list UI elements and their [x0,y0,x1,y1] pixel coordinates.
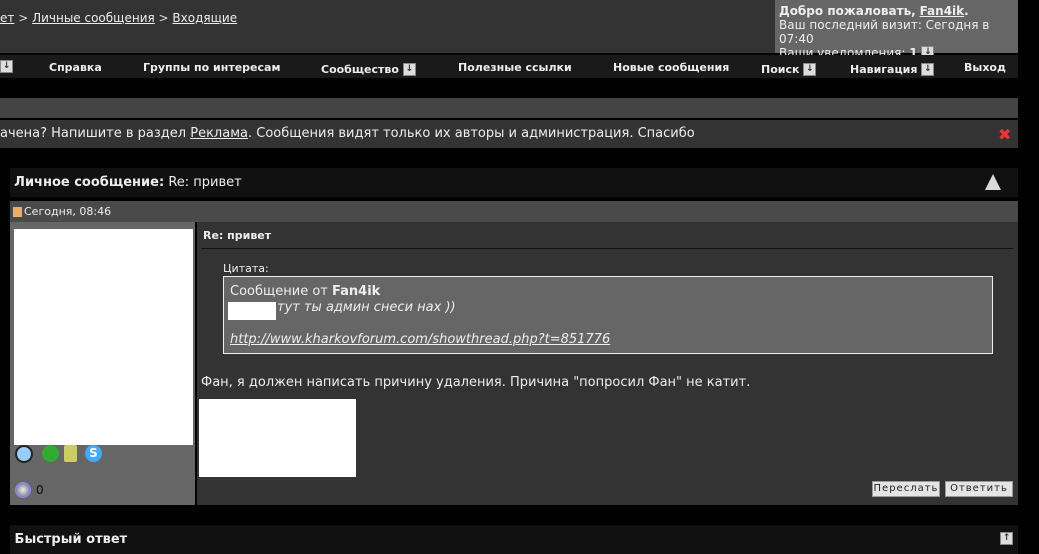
reply-button[interactable]: Ответить [945,481,1013,497]
skype-icon[interactable]: S [85,445,102,462]
quote-label: Цитата: [223,262,269,275]
notice-bar: ачена? Напишите в раздел Реклама. Сообще… [0,120,1018,148]
quick-reply-title: Быстрый ответ [14,532,128,547]
welcome-text: Добро пожаловать, [779,4,916,18]
message-title: Re: привет [168,175,242,190]
dropdown-arrow-icon: ↓ [402,63,416,76]
username-link[interactable]: Fan4ik [920,4,965,18]
message-title-bar: Личное сообщение: Re: привет [10,168,1018,197]
divider [201,248,1013,249]
report-warning-icon[interactable] [985,174,1001,190]
notice-text-end: . Сообщения видят только их авторы и адм… [247,126,695,141]
nav-community[interactable]: Сообщество ↓ [321,63,416,76]
message-text: Фан, я должен написать причину удаления.… [201,375,751,390]
dropdown-arrow-icon: ↓ [921,63,935,76]
message-subject: Re: привет [203,229,272,242]
avatar [14,229,193,445]
collapse-icon[interactable]: ↑ [1000,532,1013,545]
nav-navigation-label: Навигация [850,63,918,76]
signature-image [199,399,356,477]
notice-text: ачена? Напишите в раздел [0,126,191,141]
post-icon [13,207,22,217]
nav-new-posts[interactable]: Новые сообщения [613,61,729,74]
dropdown-arrow-icon: ↓ [803,63,817,76]
last-visit: Ваш последний визит: Сегодня в 07:40 [779,18,990,46]
title-label: Личное сообщение [14,175,159,190]
reputation-count: 0 [36,483,44,497]
quote-from: Сообщение от [230,284,328,299]
navbar: ↓ Справка Группы по интересам Сообщество… [0,55,1018,78]
icq-icon[interactable] [42,445,59,462]
breadcrumb-private-messages[interactable]: Личные сообщения [32,11,155,25]
nav-navigation[interactable]: Навигация ↓ [850,63,935,76]
nav-help[interactable]: Справка [49,61,102,74]
message-date: Сегодня, 08:46 [24,205,112,218]
breadcrumb-inbox[interactable]: Входящие [172,11,237,25]
quick-reply-bar: Быстрый ответ [10,525,1018,554]
reputation-icon [15,482,31,498]
user-box: Добро пожаловать, Fan4ik. Ваш последний … [775,0,1018,60]
sub-navbar [0,98,1018,118]
breadcrumb-forum[interactable]: ет [0,11,14,25]
quote-link[interactable]: http://www.kharkovforum.com/showthread.p… [230,332,610,347]
close-icon[interactable]: ✖ [998,125,1011,144]
dropdown-arrow-icon[interactable]: ↓ [0,60,13,73]
msn-icon[interactable] [64,445,77,462]
quote-text: тут ты админ снеси нах )) [277,300,456,315]
notice-ads-link[interactable]: Реклама [190,126,248,141]
nav-groups[interactable]: Группы по интересам [143,61,280,74]
nav-community-label: Сообщество [321,63,399,76]
redacted-image [228,302,276,320]
contact-icon[interactable] [15,445,33,463]
nav-logout[interactable]: Выход [964,61,1006,74]
breadcrumb: ет > Личные сообщения > Входящие [0,11,238,25]
nav-useful-links[interactable]: Полезные ссылки [458,61,572,74]
nav-search-label: Поиск [761,63,800,76]
quote-author: Fan4ik [332,284,381,299]
nav-search[interactable]: Поиск ↓ [761,63,817,76]
message-date-bar: Сегодня, 08:46 [10,201,1018,222]
quote-box: Сообщение от Fan4ik тут ты админ снеси н… [223,276,993,354]
forward-button[interactable]: Переслать [872,481,940,497]
